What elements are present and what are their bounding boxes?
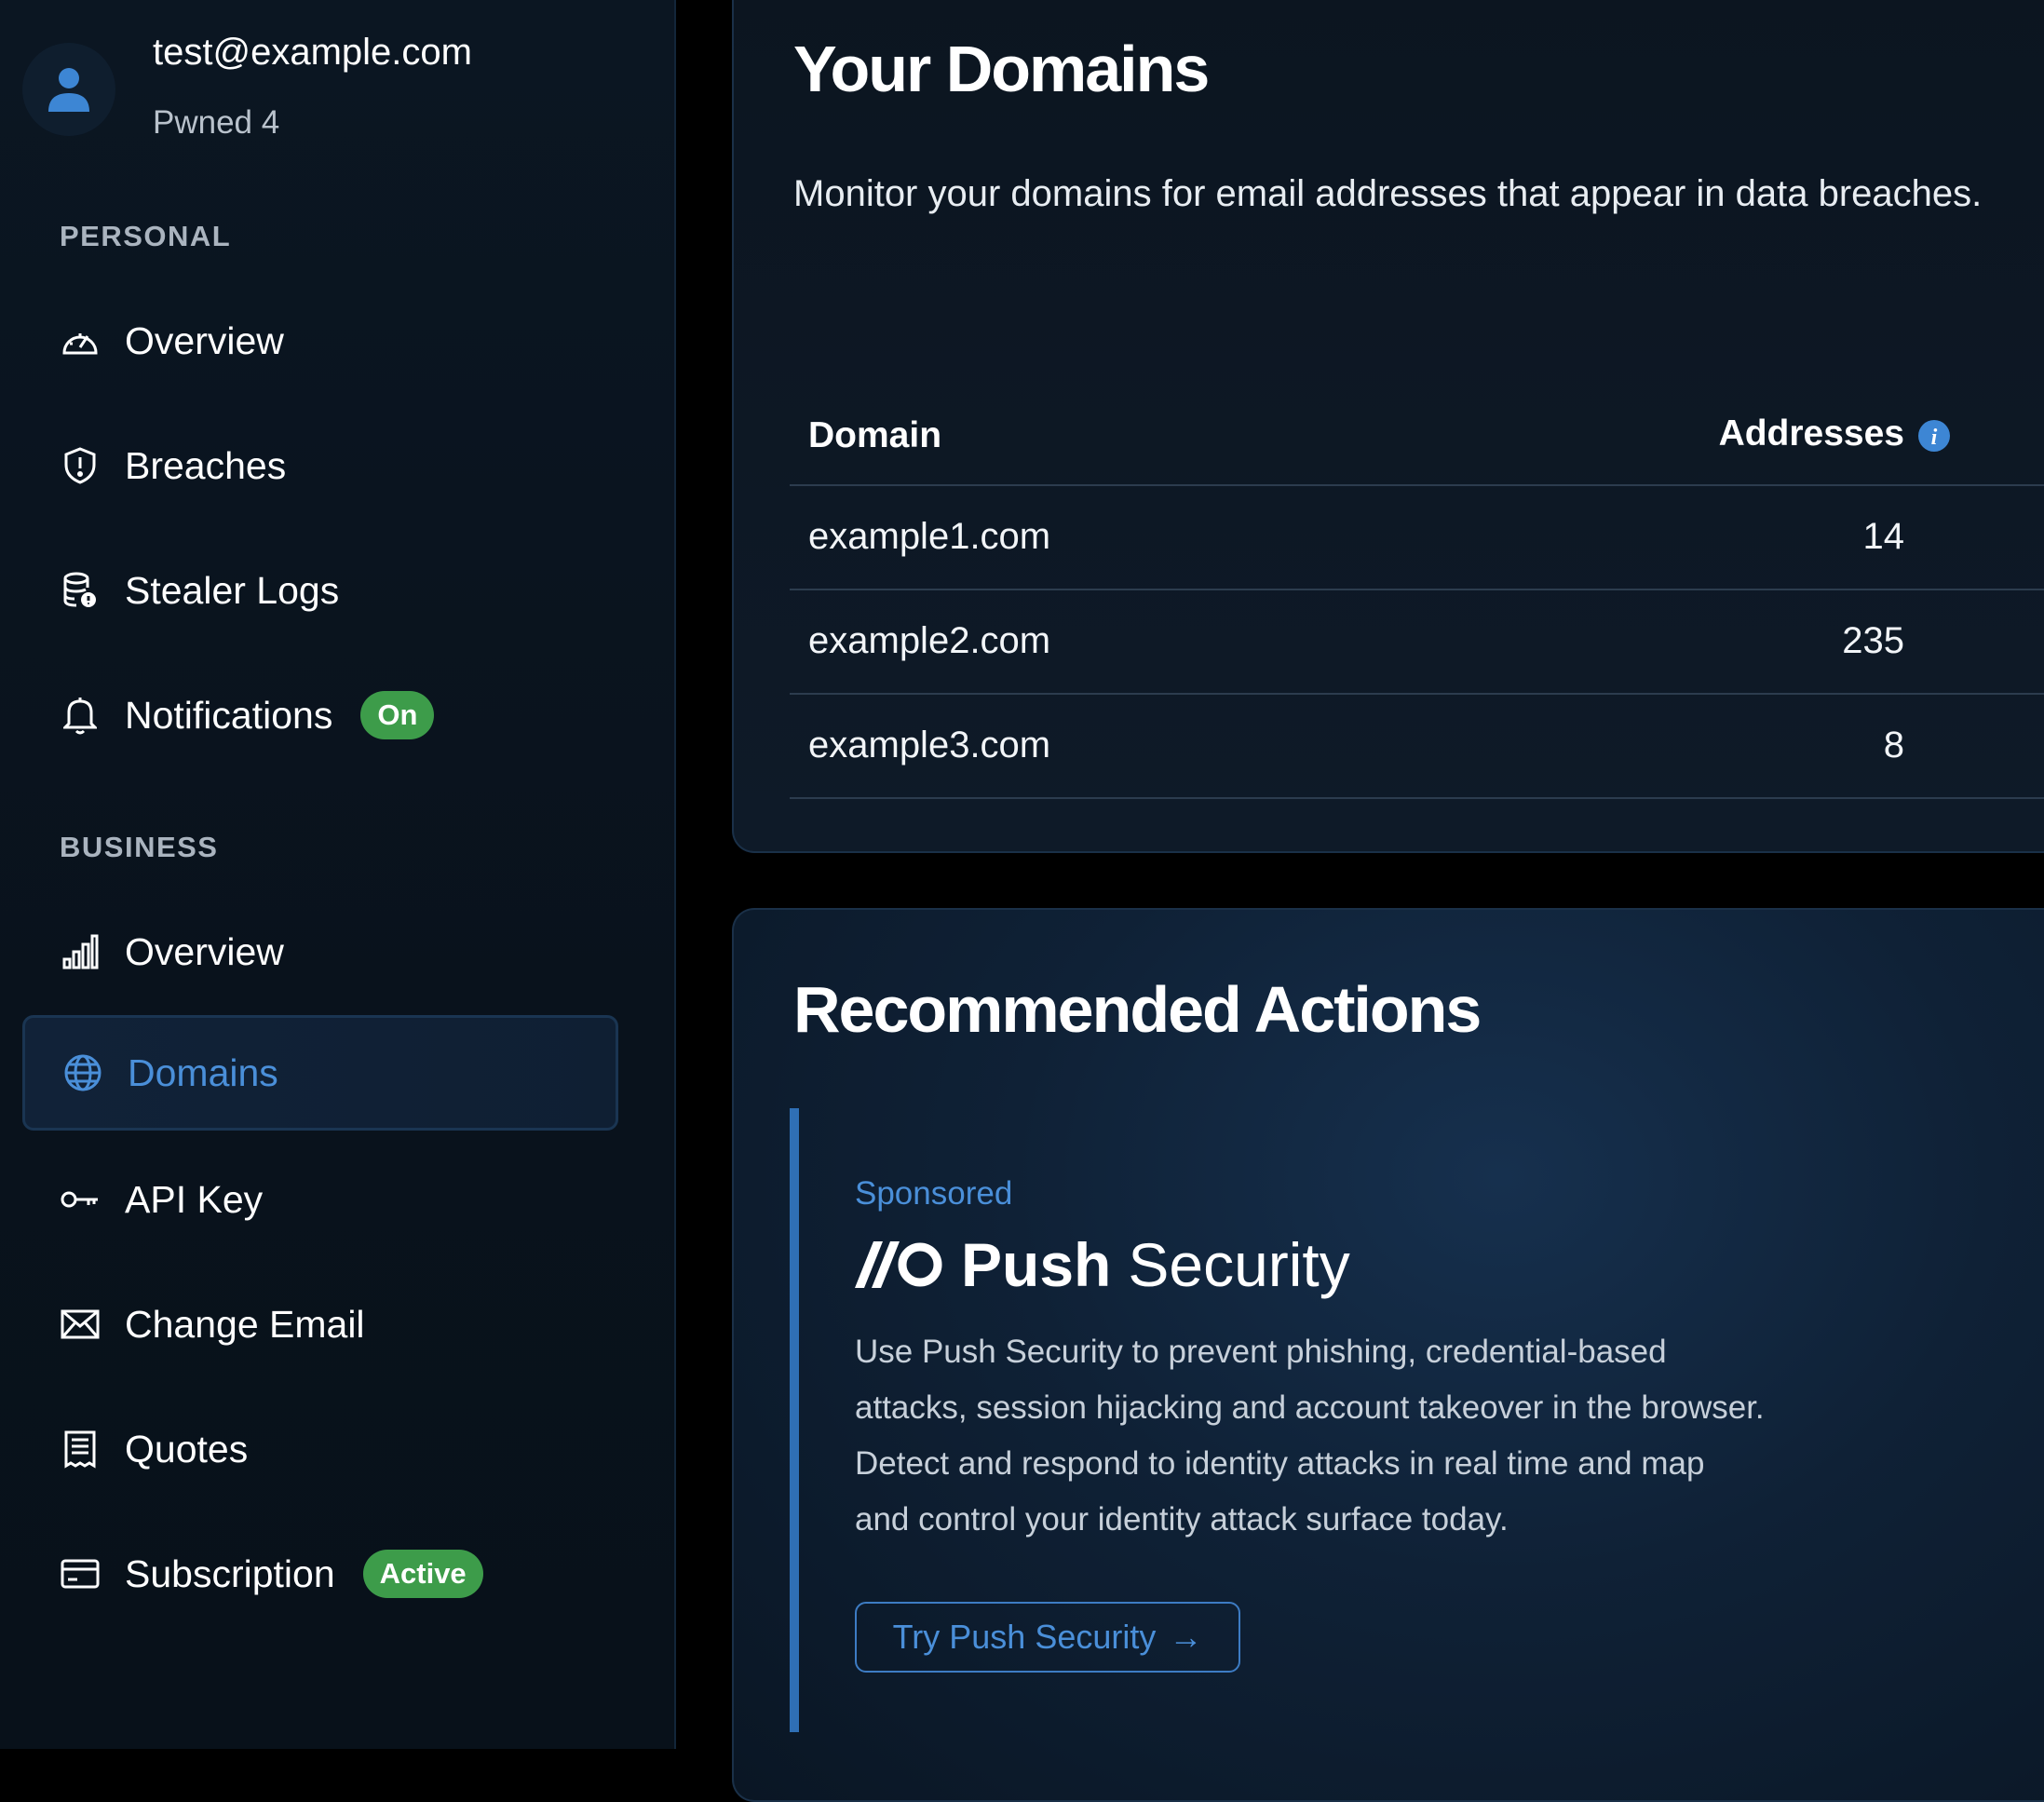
sidebar-item-label: Subscription	[125, 1551, 335, 1595]
sidebar-item-api-key[interactable]: API Key	[22, 1142, 618, 1257]
avatar[interactable]	[22, 43, 115, 136]
key-icon	[60, 1179, 101, 1220]
sidebar-item-label: Overview	[125, 318, 284, 362]
sidebar-item-business-overview[interactable]: Overview	[22, 894, 618, 1009]
column-header-domain[interactable]: Domain	[808, 415, 941, 456]
recommended-actions-title: Recommended Actions	[793, 973, 1482, 1046]
sidebar-item-domains[interactable]: Domains	[22, 1015, 618, 1131]
receipt-icon	[60, 1429, 101, 1470]
bell-icon	[60, 695, 101, 736]
bar-chart-icon	[60, 931, 101, 972]
globe-icon	[62, 1052, 103, 1093]
sidebar-item-subscription[interactable]: Subscription Active	[22, 1516, 618, 1632]
sidebar-item-label: Stealer Logs	[125, 568, 340, 612]
sponsor-description: Use Push Security to prevent phishing, c…	[855, 1334, 1765, 1538]
envelope-icon	[60, 1304, 101, 1345]
section-title-business: BUSINESS	[60, 831, 219, 863]
sidebar-item-label: Notifications	[125, 693, 333, 737]
button-label: Try Push Security	[892, 1618, 1157, 1656]
pwned-count: Pwned 4	[153, 104, 280, 141]
sidebar-item-change-email[interactable]: Change Email	[22, 1267, 618, 1382]
sidebar-item-label: Overview	[125, 929, 284, 973]
sidebar-item-quotes[interactable]: Quotes	[22, 1391, 618, 1507]
sidebar-item-notifications[interactable]: Notifications On	[22, 657, 618, 773]
table-row[interactable]: example1.com 14	[790, 486, 2044, 590]
address-count-cell: 8	[1883, 725, 1904, 766]
domain-cell: example2.com	[808, 620, 1051, 661]
page-title: Your Domains	[793, 33, 1210, 105]
database-alert-icon	[60, 570, 101, 611]
shield-alert-icon	[60, 445, 101, 486]
address-count-cell: 235	[1842, 620, 1904, 661]
column-header-addresses[interactable]: Addresses	[1719, 413, 1904, 454]
push-logo-mark-icon	[855, 1241, 942, 1288]
page-description: Monitor your domains for email addresses…	[793, 173, 1983, 214]
try-push-security-button[interactable]: Try Push Security →	[855, 1602, 1240, 1673]
sidebar-item-label: Domains	[128, 1050, 278, 1094]
subscription-status-badge: Active	[362, 1550, 483, 1598]
gauge-icon	[60, 320, 101, 361]
sidebar: test@example.com Pwned 4 PERSONAL Overvi…	[0, 0, 676, 1749]
sponsor-accent-bar	[790, 1108, 799, 1732]
main-content: Your Domains Monitor your domains for em…	[676, 0, 2044, 1802]
domains-table: Domain Addresses i example1.com 14 examp…	[790, 391, 2044, 799]
user-email: test@example.com	[153, 32, 472, 73]
address-count-cell: 14	[1862, 516, 1905, 557]
table-row[interactable]: example3.com 8	[790, 695, 2044, 799]
sidebar-item-label: API Key	[125, 1177, 264, 1221]
sponsored-label: Sponsored	[855, 1175, 1013, 1212]
domain-cell: example1.com	[808, 516, 1051, 557]
table-header: Domain Addresses i	[790, 391, 2044, 486]
sidebar-item-label: Breaches	[125, 443, 287, 487]
brand-name-bold: Push	[961, 1230, 1112, 1299]
info-icon[interactable]: i	[1917, 419, 1951, 453]
table-row[interactable]: example2.com 235	[790, 590, 2044, 695]
brand-name-light: Security	[1128, 1230, 1350, 1299]
sidebar-item-label: Change Email	[125, 1302, 365, 1346]
sidebar-item-personal-overview[interactable]: Overview	[22, 283, 618, 399]
arrow-right-icon: →	[1169, 1618, 1203, 1656]
domain-cell: example3.com	[808, 725, 1051, 766]
sidebar-item-breaches[interactable]: Breaches	[22, 408, 618, 523]
svg-text:i: i	[1931, 426, 1938, 450]
notifications-status-badge: On	[360, 691, 435, 739]
credit-card-icon	[60, 1553, 101, 1594]
push-security-logo: Push Security	[855, 1229, 1350, 1300]
section-title-personal: PERSONAL	[60, 220, 232, 252]
sidebar-item-label: Quotes	[125, 1427, 249, 1470]
user-icon	[48, 68, 89, 112]
sidebar-item-stealer-logs[interactable]: Stealer Logs	[22, 533, 618, 648]
